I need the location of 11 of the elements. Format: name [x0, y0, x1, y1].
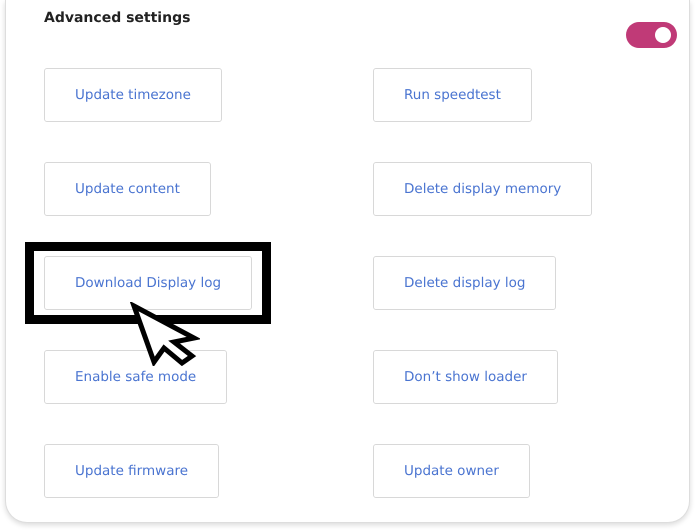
- action-button[interactable]: Download Display log: [44, 256, 252, 310]
- action-button[interactable]: Update firmware: [44, 444, 220, 498]
- action-button[interactable]: Don’t show loader: [373, 350, 558, 404]
- action-button[interactable]: Update timezone: [44, 68, 222, 122]
- section-title: Advanced settings: [44, 10, 190, 26]
- action-button[interactable]: Update owner: [373, 444, 530, 498]
- action-button[interactable]: Delete display memory: [373, 162, 592, 216]
- action-button[interactable]: Run speedtest: [373, 68, 532, 122]
- action-button[interactable]: Delete display log: [373, 256, 556, 310]
- action-button[interactable]: Update content: [44, 162, 211, 216]
- action-button[interactable]: Enable safe mode: [44, 350, 228, 404]
